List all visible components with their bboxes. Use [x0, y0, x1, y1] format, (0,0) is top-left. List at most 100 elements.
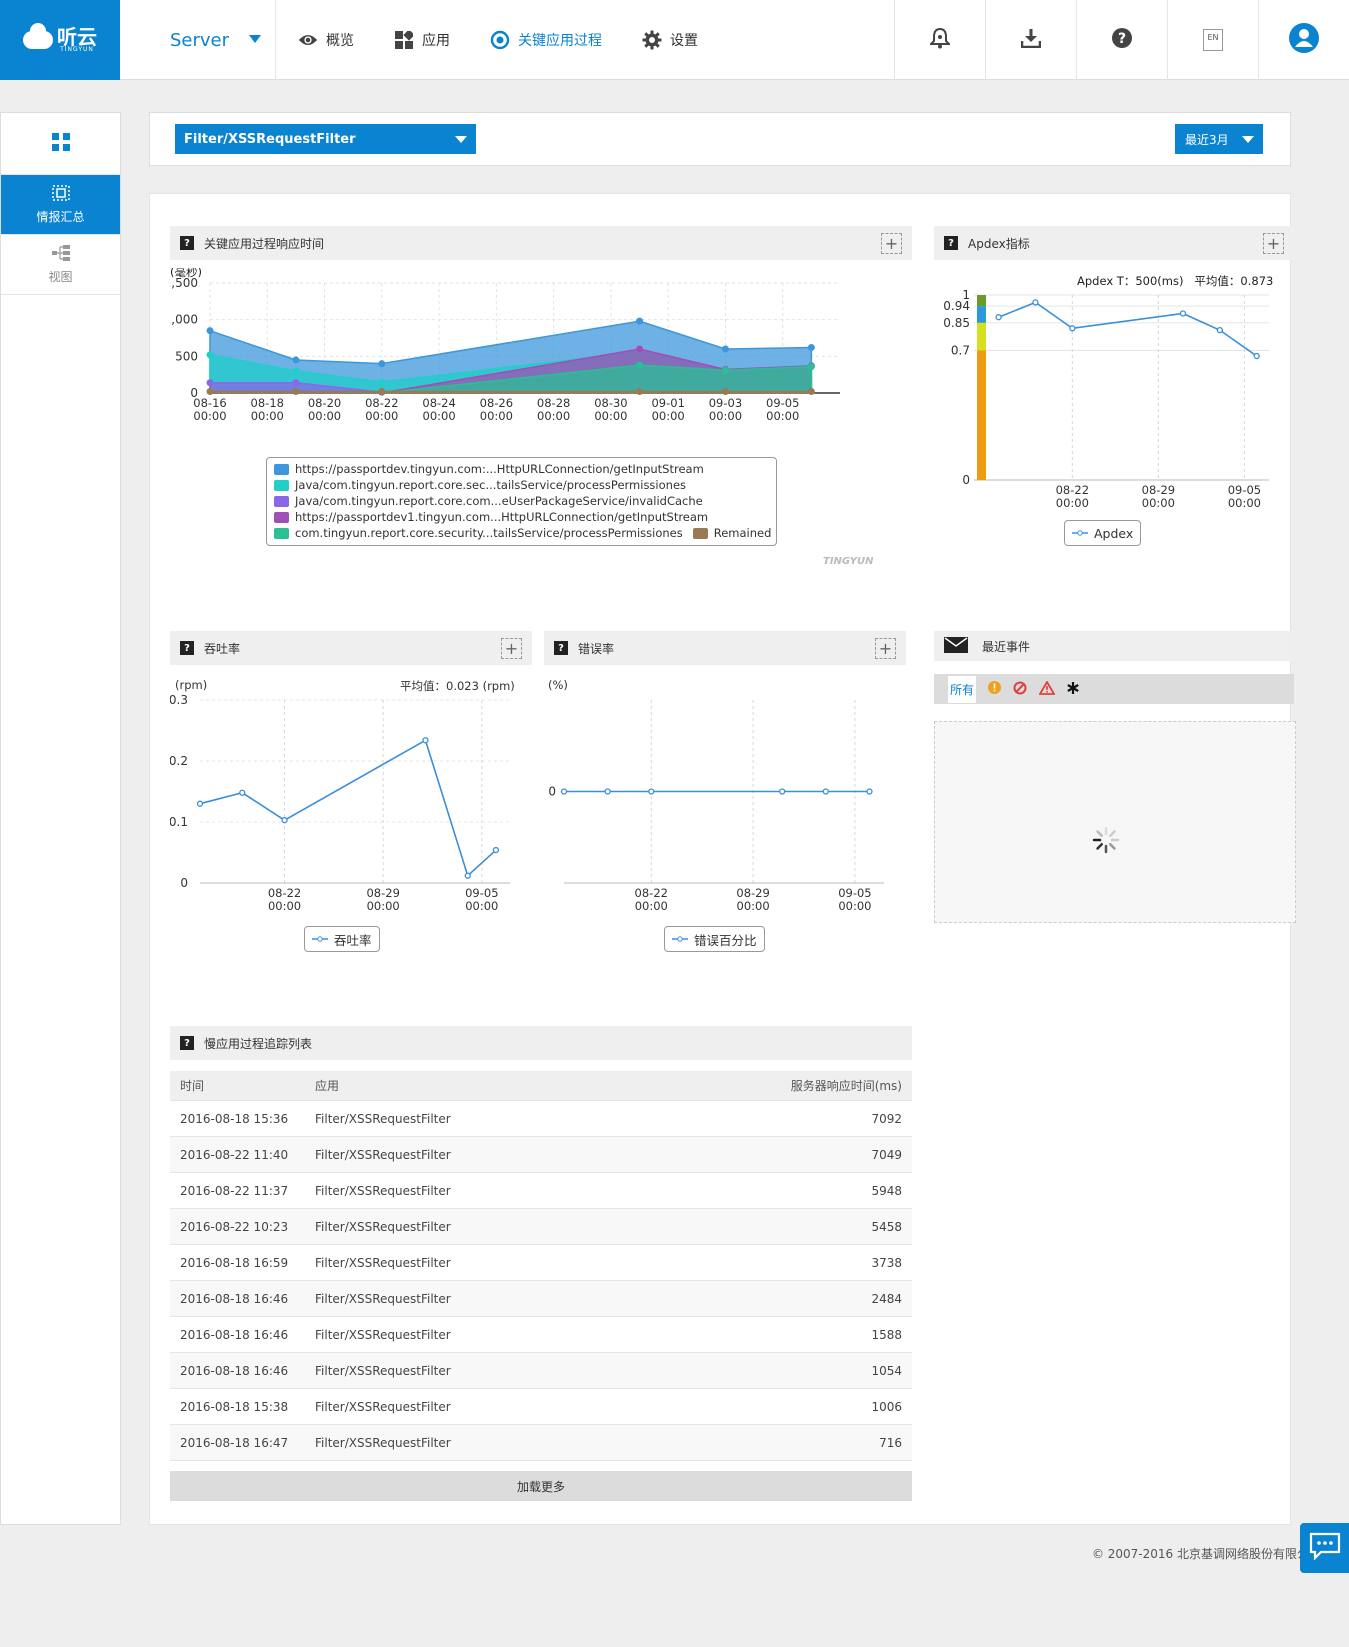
cell-app[interactable]: Filter/XSSRequestFilter: [315, 1364, 712, 1378]
download-icon: [1020, 28, 1042, 52]
data-point: [239, 789, 246, 796]
response-time-chart: (毫秒)05001,0001,50008-1600:0008-1800:0008…: [170, 268, 840, 423]
sidebar-item-view[interactable]: 视图: [1, 235, 120, 295]
cell-time: 2016-08-22 11:37: [180, 1183, 289, 1198]
add-to-dashboard-button[interactable]: +: [1263, 233, 1284, 254]
error-stop-icon[interactable]: [1013, 681, 1027, 698]
transaction-select[interactable]: Filter/XSSRequestFilter: [175, 124, 476, 154]
data-point: [281, 817, 288, 824]
slow-trace-panel-header: ? 慢应用过程追踪列表: [170, 1026, 912, 1060]
help-icon[interactable]: ?: [180, 641, 194, 655]
cell-response-time: 5458: [871, 1219, 902, 1234]
table-row[interactable]: 2016-08-18 15:36 Filter/XSSRequestFilter 7…: [170, 1101, 912, 1137]
add-to-dashboard-button[interactable]: +: [501, 638, 522, 659]
table-row[interactable]: 2016-08-18 16:46 Filter/XSSRequestFilter 1…: [170, 1317, 912, 1353]
y-tick-label: 0.7: [951, 344, 970, 358]
server-label: Server: [170, 29, 230, 51]
brand-logo[interactable]: 听云 TINGYUN: [0, 0, 120, 80]
legend-swatch: [274, 527, 289, 539]
cell-time: 2016-08-22 11:40: [180, 1147, 289, 1162]
data-point: [206, 351, 214, 359]
server-dropdown[interactable]: Server: [120, 0, 276, 80]
cell-app[interactable]: Filter/XSSRequestFilter: [315, 1112, 712, 1126]
table-row[interactable]: 2016-08-18 16:47 Filter/XSSRequestFilter 7…: [170, 1425, 912, 1461]
notifications-button[interactable]: [894, 0, 985, 80]
legend-item[interactable]: https://passportdev1.tingyun.com...HttpU…: [274, 509, 769, 525]
nav-overview[interactable]: 概览: [298, 30, 354, 50]
response-time-panel-header: ? 关键应用过程响应时间 +: [170, 226, 912, 260]
asterisk-icon[interactable]: [1067, 681, 1079, 697]
cell-response-time: 1054: [871, 1363, 902, 1378]
help-icon[interactable]: ?: [180, 1036, 194, 1050]
add-to-dashboard-button[interactable]: +: [875, 638, 896, 659]
cell-app[interactable]: Filter/XSSRequestFilter: [315, 1400, 712, 1414]
time-range-select[interactable]: 最近3月: [1175, 124, 1263, 154]
cell-app[interactable]: Filter/XSSRequestFilter: [315, 1220, 712, 1234]
event-filter-tabs: 所有: [934, 674, 1294, 704]
language-icon: EN: [1203, 29, 1223, 51]
sidebar-menu-toggle[interactable]: [1, 113, 120, 175]
cell-time: 2016-08-18 16:46: [180, 1327, 289, 1342]
y-tick-label: 0.2: [170, 754, 188, 768]
table-row[interactable]: 2016-08-18 16:46 Filter/XSSRequestFilter 2…: [170, 1281, 912, 1317]
gear-icon: [642, 30, 662, 50]
cell-app[interactable]: Filter/XSSRequestFilter: [315, 1328, 712, 1342]
legend-item[interactable]: https://passportdev.tingyun.com:...HttpU…: [274, 461, 769, 477]
table-row[interactable]: 2016-08-22 11:40 Filter/XSSRequestFilter 7…: [170, 1137, 912, 1173]
column-header-time[interactable]: 时间: [170, 1077, 315, 1094]
transaction-select-value: Filter/XSSRequestFilter: [184, 131, 356, 147]
x-tick-label: 08-16 00:00: [193, 396, 226, 423]
cell-app[interactable]: Filter/XSSRequestFilter: [315, 1256, 712, 1270]
nav-settings[interactable]: 设置: [642, 30, 698, 50]
chat-support-button[interactable]: [1300, 1523, 1349, 1573]
legend-item[interactable]: Java/com.tingyun.report.core.com...eUser…: [274, 493, 769, 509]
recent-events-panel-header: 最近事件: [934, 631, 1294, 661]
help-icon[interactable]: ?: [554, 641, 568, 655]
data-point: [866, 788, 873, 795]
alert-triangle-icon[interactable]: [1038, 679, 1056, 698]
y-tick-label: 0.1: [170, 815, 188, 829]
legend-label: Java/com.tingyun.report.core.com...eUser…: [295, 494, 703, 508]
cell-response-time: 1006: [871, 1399, 902, 1414]
error-legend-button[interactable]: 错误百分比: [664, 926, 765, 952]
nav-apps[interactable]: 应用: [394, 30, 450, 50]
column-header-response-time[interactable]: 服务器响应时间(ms): [712, 1077, 912, 1094]
y-tick-label: 0: [548, 785, 556, 799]
warning-circle-icon[interactable]: [988, 681, 1002, 697]
load-more-button[interactable]: 加载更多: [170, 1471, 912, 1501]
data-point: [1032, 299, 1039, 306]
help-icon[interactable]: ?: [180, 236, 194, 250]
table-row[interactable]: 2016-08-18 16:59 Filter/XSSRequestFilter 3…: [170, 1245, 912, 1281]
language-button[interactable]: EN: [1167, 0, 1258, 80]
apdex-chart: 00.70.850.94108-22 00:0008-29 00:0009-05 00…: [943, 288, 1269, 510]
download-button[interactable]: [985, 0, 1076, 80]
tab-all-events[interactable]: 所有: [948, 675, 977, 703]
data-point: [292, 388, 300, 396]
tree-view-icon: [51, 244, 70, 264]
add-to-dashboard-button[interactable]: +: [881, 233, 902, 254]
user-menu-button[interactable]: [1258, 0, 1349, 80]
legend-item[interactable]: Java/com.tingyun.report.core.sec...tails…: [274, 477, 769, 493]
table-row[interactable]: 2016-08-22 11:37 Filter/XSSRequestFilter 5…: [170, 1173, 912, 1209]
help-icon[interactable]: ?: [944, 236, 958, 250]
cell-app[interactable]: Filter/XSSRequestFilter: [315, 1184, 712, 1198]
column-header-app[interactable]: 应用: [315, 1077, 712, 1094]
data-point: [378, 388, 386, 396]
nav-key-transactions[interactable]: 关键应用过程: [490, 30, 602, 50]
help-button[interactable]: ?: [1076, 0, 1167, 80]
eye-icon: [298, 30, 318, 50]
cell-app[interactable]: Filter/XSSRequestFilter: [315, 1436, 712, 1450]
throughput-legend-button[interactable]: 吞吐率: [304, 926, 380, 952]
cell-response-time: 5948: [871, 1183, 902, 1198]
apdex-legend-button[interactable]: Apdex: [1064, 520, 1142, 546]
chat-bubble-icon: [1309, 1532, 1341, 1564]
table-row[interactable]: 2016-08-18 16:46 Filter/XSSRequestFilter 1…: [170, 1353, 912, 1389]
table-row[interactable]: 2016-08-18 15:38 Filter/XSSRequestFilter 1…: [170, 1389, 912, 1425]
panel-title: 吞吐率: [204, 641, 241, 656]
legend-item[interactable]: com.tingyun.report.core.security...tails…: [274, 525, 771, 541]
data-point: [560, 788, 568, 795]
table-row[interactable]: 2016-08-22 10:23 Filter/XSSRequestFilter 5…: [170, 1209, 912, 1245]
cell-app[interactable]: Filter/XSSRequestFilter: [315, 1292, 712, 1306]
cell-app[interactable]: Filter/XSSRequestFilter: [315, 1148, 712, 1162]
sidebar-item-summary[interactable]: 情报汇总: [1, 175, 120, 235]
